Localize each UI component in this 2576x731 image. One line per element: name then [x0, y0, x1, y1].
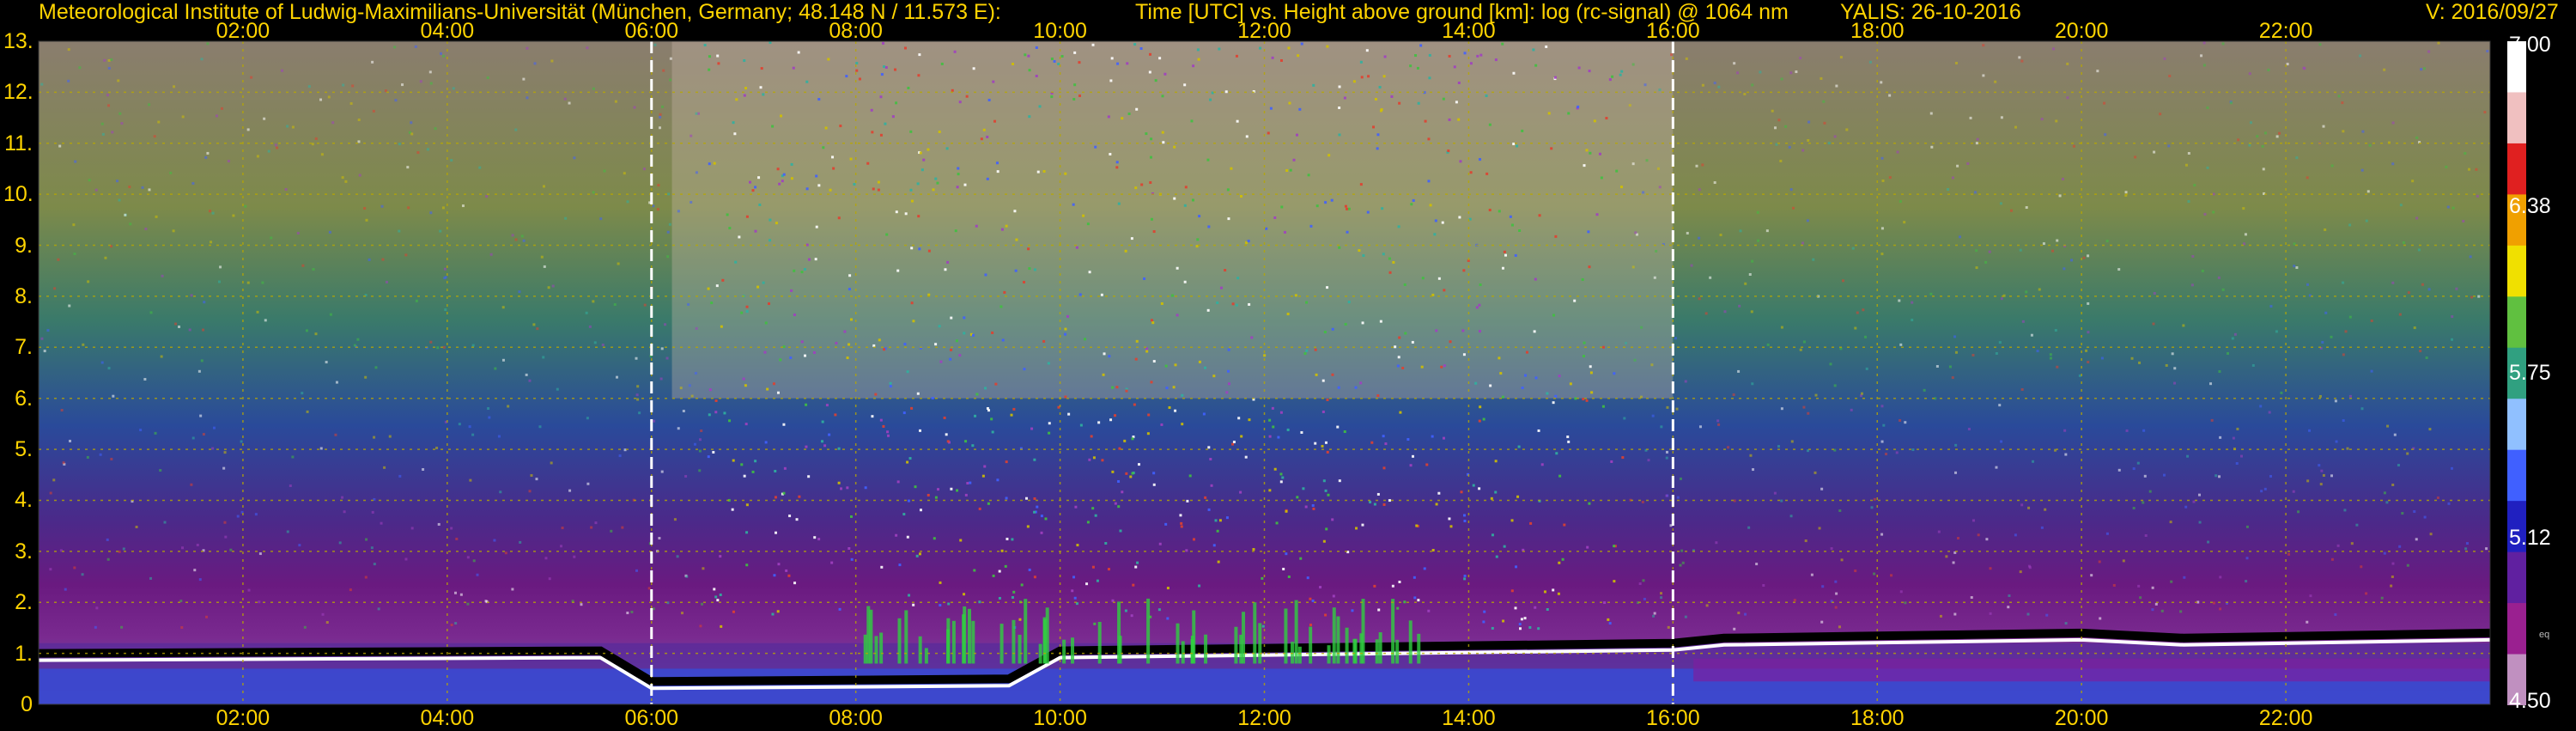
x-tick-label: 20:00	[2054, 706, 2109, 730]
colorbar-segment	[2507, 551, 2526, 605]
y-tick-label: 9.	[15, 233, 33, 258]
x-tick-label: 04:00	[420, 706, 475, 730]
colorbar-segment	[2507, 143, 2526, 196]
colorbar-segment	[2507, 399, 2526, 451]
x-tick-label: 02:00	[216, 706, 270, 730]
x-tick-label: 14:00	[1442, 706, 1496, 730]
colorbar-segment	[2507, 245, 2526, 298]
y-tick-label: 7.	[15, 335, 33, 360]
colorbar-label-min: 4.50	[2509, 689, 2551, 713]
x-tick-label: 16:00	[1646, 706, 1700, 730]
y-tick-label: 5.	[15, 437, 33, 462]
x-tick-label: 04:00	[420, 19, 475, 43]
colorbar-label-5-12: 5.12	[2509, 526, 2551, 550]
y-tick-label: 13.	[3, 29, 33, 53]
x-tick-label: 18:00	[1850, 706, 1905, 730]
daytime-noise-region	[671, 41, 1674, 399]
y-tick-label: 6.	[15, 386, 33, 411]
y-tick-label: 3.	[15, 539, 33, 563]
x-tick-label: 16:00	[1646, 19, 1700, 43]
y-tick-label: 4.	[15, 488, 33, 513]
y-tick-label: 2.	[15, 590, 33, 615]
x-tick-label: 12:00	[1237, 19, 1291, 43]
x-tick-label: 14:00	[1442, 19, 1496, 43]
y-tick-label: 1.	[15, 641, 33, 666]
x-tick-label: 08:00	[829, 19, 883, 43]
backscatter-heatmap	[38, 40, 2491, 705]
y-tick-label: 0	[21, 692, 33, 716]
colorbar-segment	[2507, 603, 2526, 655]
y-tick-label: 8.	[15, 283, 33, 308]
x-tick-label: 20:00	[2054, 19, 2109, 43]
colorbar-small-mark: eq	[2539, 630, 2550, 640]
x-tick-label: 18:00	[1850, 19, 1905, 43]
colorbar-label-max: 7.00	[2509, 33, 2551, 57]
x-tick-label: 10:00	[1033, 706, 1087, 730]
x-tick-label: 02:00	[216, 19, 270, 43]
y-tick-label: 10.	[3, 182, 33, 207]
x-tick-label: 22:00	[2258, 706, 2313, 730]
x-tick-label: 06:00	[624, 706, 679, 730]
colorbar-segment	[2507, 296, 2526, 349]
colorbar-label-6-38: 6.38	[2509, 194, 2551, 218]
y-tick-label: 11.	[4, 131, 33, 155]
colorbar-label-5-75: 5.75	[2509, 361, 2551, 385]
x-tick-label: 22:00	[2258, 19, 2313, 43]
x-tick-label: 08:00	[829, 706, 883, 730]
colorbar-segment	[2507, 449, 2526, 503]
x-tick-label: 10:00	[1033, 19, 1087, 43]
x-tick-label: 12:00	[1237, 706, 1291, 730]
y-tick-label: 12.	[3, 80, 33, 105]
colorbar-segment	[2507, 92, 2526, 144]
x-tick-label: 06:00	[624, 19, 679, 43]
